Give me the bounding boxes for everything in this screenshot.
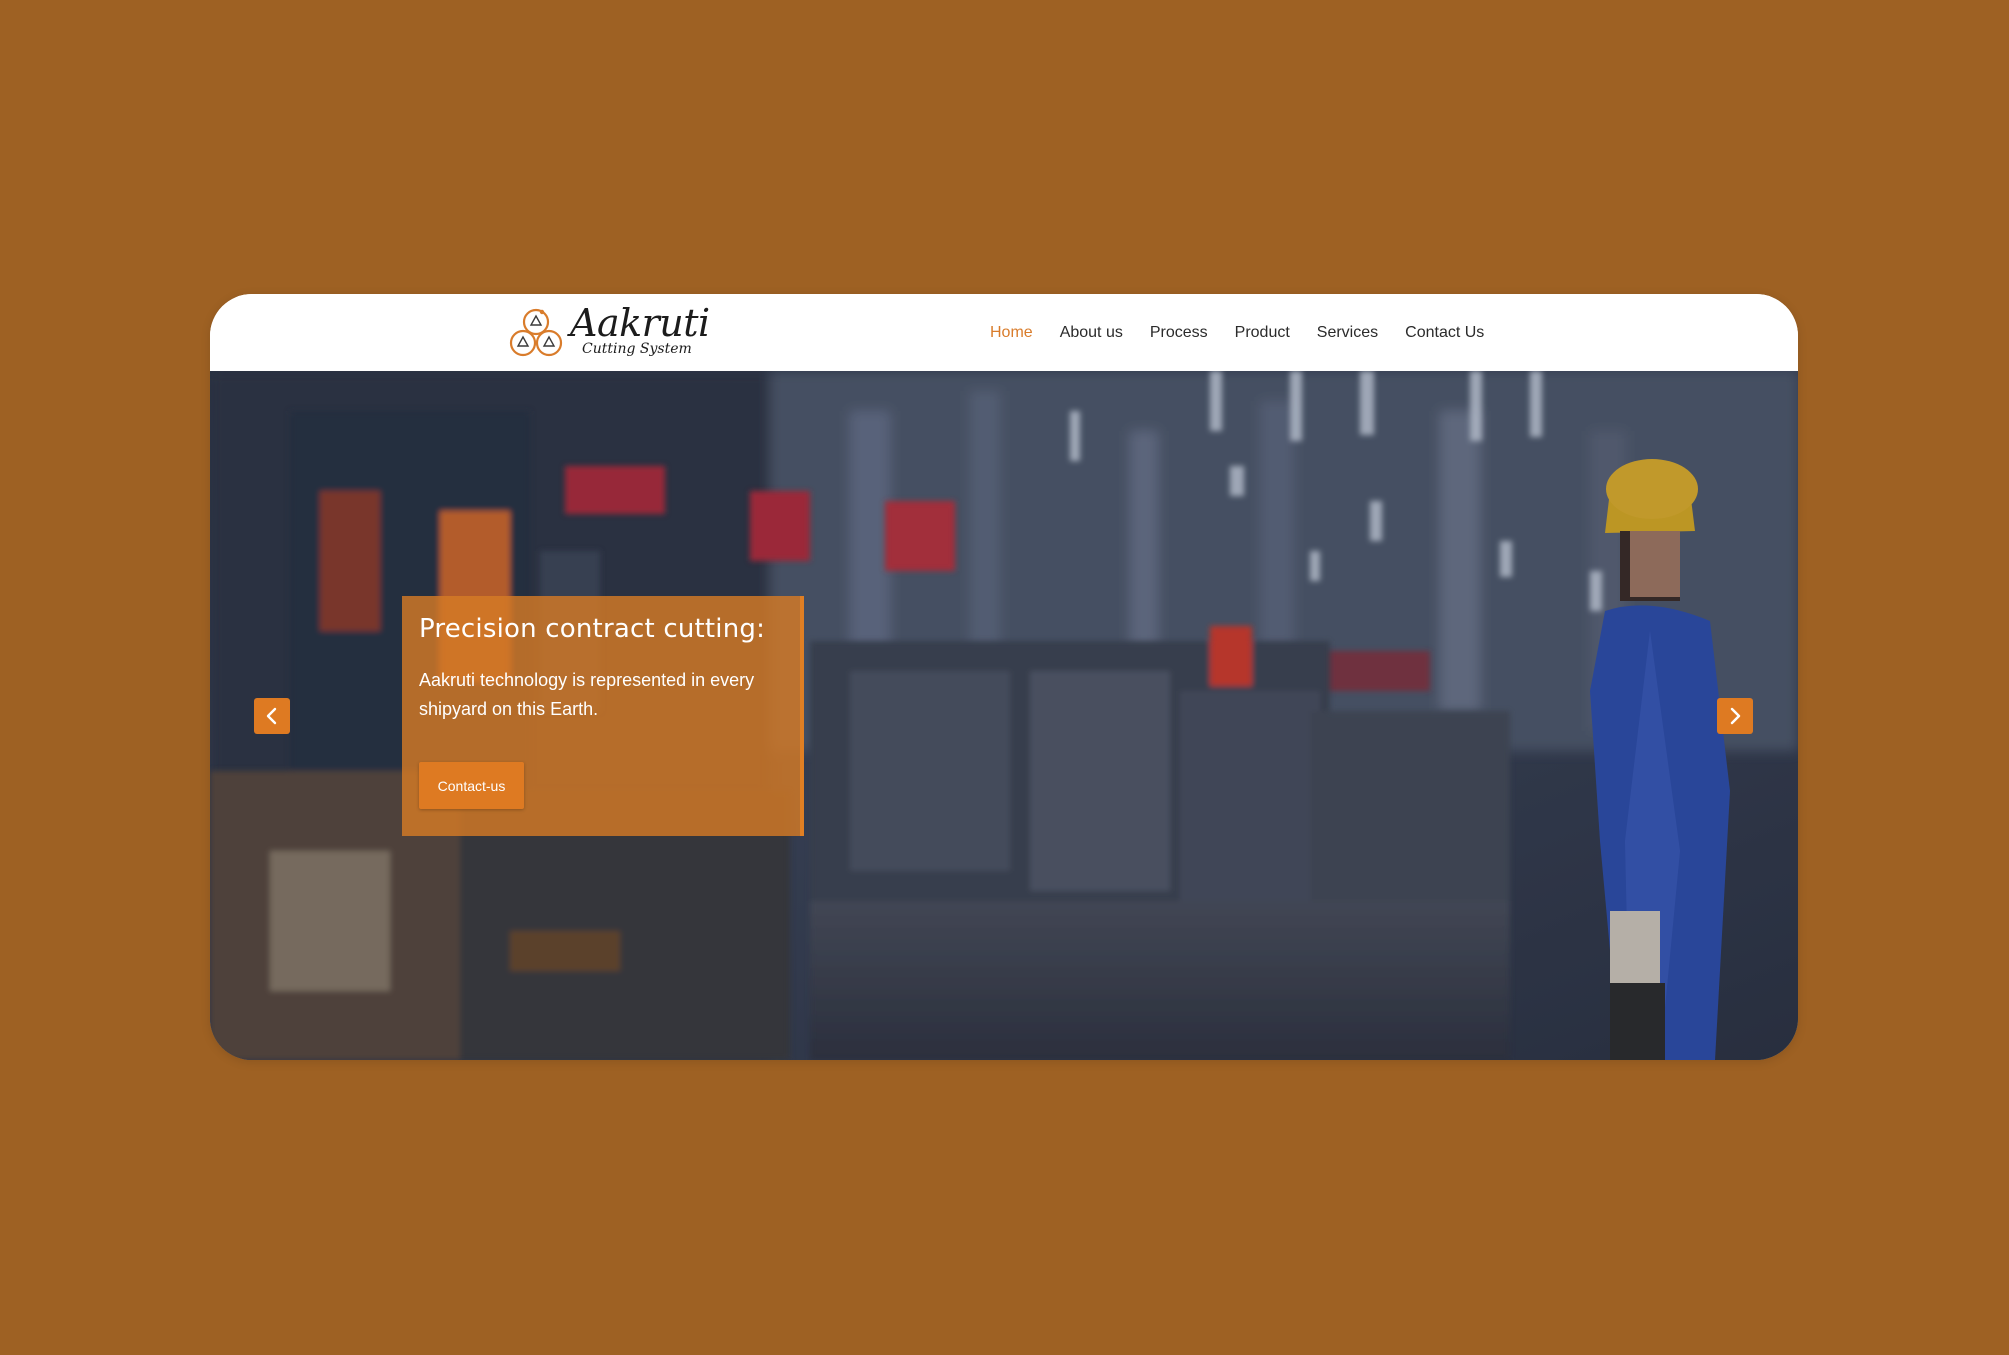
chevron-right-icon [1730,707,1741,725]
hero-title: Precision contract cutting: [419,614,766,644]
nav-process[interactable]: Process [1150,324,1208,342]
hero-slider: Precision contract cutting: Aakruti tech… [210,371,1798,1060]
nav-home[interactable]: Home [990,324,1033,342]
carousel-next-button[interactable] [1717,698,1753,734]
carousel-prev-button[interactable] [254,698,290,734]
logo-mark-icon [509,308,563,357]
brand-tagline: Cutting System [582,341,692,357]
main-nav: Home About us Process Product Services C… [990,294,1511,371]
nav-product[interactable]: Product [1235,324,1290,342]
hero-caption: Precision contract cutting: Aakruti tech… [402,596,804,836]
nav-about-us[interactable]: About us [1060,324,1123,342]
hero-text: Aakruti technology is represented in eve… [419,670,755,719]
contact-us-button[interactable]: Contact-us [419,762,524,809]
website-preview-card: Aakruti Cutting System Home About us Pro… [210,294,1798,1060]
brand-name: Aakruti [570,301,710,345]
logo-wordmark: Aakruti Cutting System [570,301,710,363]
nav-services[interactable]: Services [1317,324,1378,342]
brand-logo[interactable]: Aakruti Cutting System [506,301,710,364]
nav-contact-us[interactable]: Contact Us [1405,324,1484,342]
site-header: Aakruti Cutting System Home About us Pro… [210,294,1798,371]
chevron-left-icon [266,707,277,725]
